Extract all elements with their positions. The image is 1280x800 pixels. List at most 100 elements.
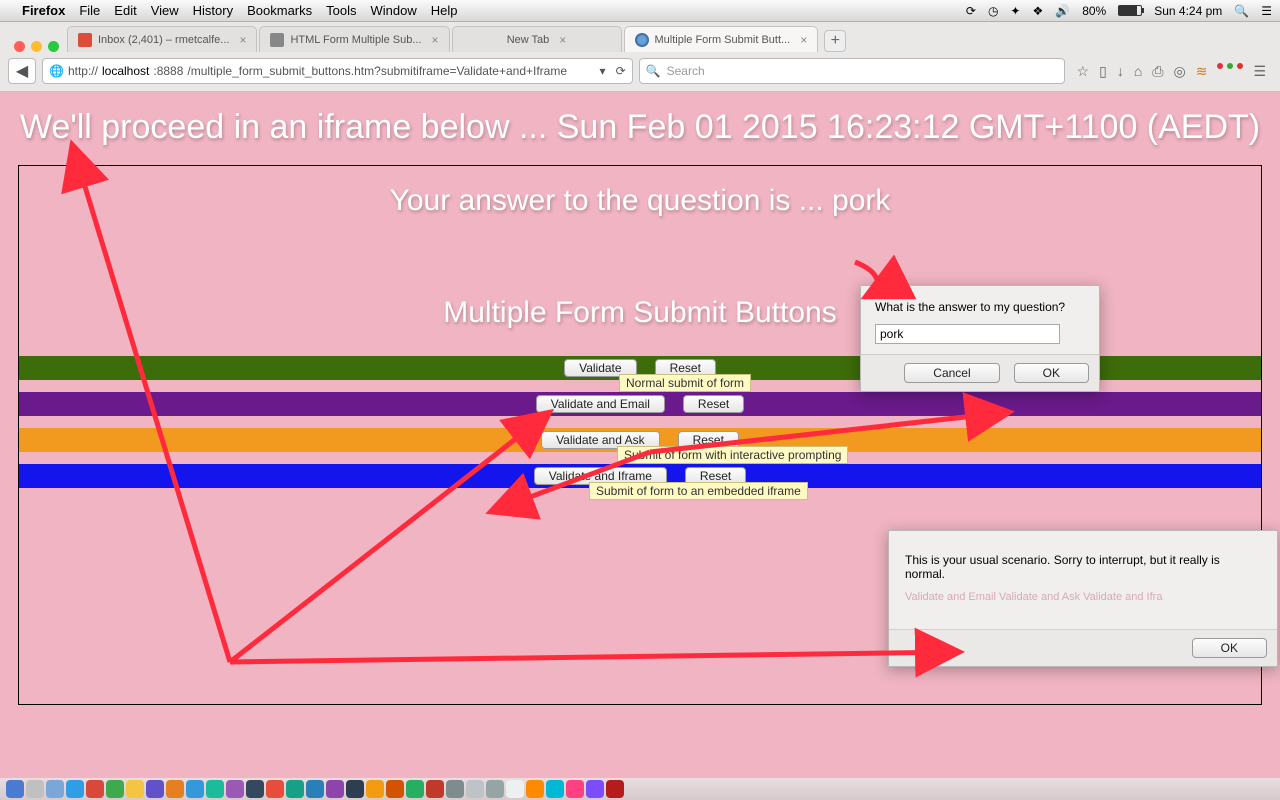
new-tab-button[interactable]: + — [824, 30, 846, 52]
tab-html-form[interactable]: HTML Form Multiple Sub... × — [259, 26, 449, 52]
clipboard-icon[interactable]: ▯ — [1099, 63, 1107, 80]
tab-inbox[interactable]: Inbox (2,401) – rmetcalfe... × — [67, 26, 257, 52]
notification-center-icon[interactable]: ☰ — [1261, 4, 1272, 18]
dock-app-icon[interactable] — [446, 780, 464, 798]
page-headline: We'll proceed in an iframe below ... Sun… — [18, 108, 1262, 147]
dock-app-icon[interactable] — [486, 780, 504, 798]
alert-ok-button[interactable]: OK — [1192, 638, 1267, 658]
tooltip-normal-submit: Normal submit of form — [619, 374, 751, 392]
dock-app-icon[interactable] — [566, 780, 584, 798]
dock-app-icon[interactable] — [546, 780, 564, 798]
prompt-ok-button[interactable]: OK — [1014, 363, 1089, 383]
dock-app-icon[interactable] — [66, 780, 84, 798]
menu-history[interactable]: History — [193, 3, 233, 18]
form-row-ask: Validate and Ask Reset Submit of form wi… — [19, 428, 1261, 452]
dock-app-icon[interactable] — [86, 780, 104, 798]
search-placeholder: Search — [667, 64, 705, 78]
tooltip-iframe: Submit of form to an embedded iframe — [589, 482, 808, 500]
dock-app-icon[interactable] — [246, 780, 264, 798]
close-tab-icon[interactable]: × — [239, 33, 246, 47]
dock-app-icon[interactable] — [306, 780, 324, 798]
bookmark-star-icon[interactable]: ☆ — [1077, 63, 1090, 80]
reload-icon[interactable]: ⟳ — [616, 64, 626, 78]
url-bar[interactable]: 🌐 http://localhost:8888/multiple_form_su… — [42, 58, 633, 84]
minimize-window-icon[interactable] — [31, 41, 42, 52]
dock-app-icon[interactable] — [106, 780, 124, 798]
tooltip-interactive: Submit of form with interactive promptin… — [617, 446, 848, 464]
dock-app-icon[interactable] — [346, 780, 364, 798]
dock-app-icon[interactable] — [46, 780, 64, 798]
dock-app-icon[interactable] — [186, 780, 204, 798]
close-tab-icon[interactable]: × — [431, 33, 438, 47]
hamburger-menu-icon[interactable]: ☰ — [1253, 63, 1266, 80]
menubar-bt-icon[interactable]: ✦ — [1010, 4, 1020, 18]
dock-app-icon[interactable] — [506, 780, 524, 798]
toolbar-icons: ☆ ▯ ↓ ⌂ ⎙ ◎ ≋ ☰ — [1071, 63, 1272, 80]
dock-app-icon[interactable] — [206, 780, 224, 798]
dock-app-icon[interactable] — [366, 780, 384, 798]
dock-app-icon[interactable] — [166, 780, 184, 798]
prompt-cancel-button[interactable]: Cancel — [904, 363, 999, 383]
reset-button[interactable]: Reset — [683, 395, 744, 413]
js-prompt-dialog: What is the answer to my question? Cance… — [860, 285, 1100, 392]
url-host: localhost — [102, 64, 149, 78]
dock-app-icon[interactable] — [286, 780, 304, 798]
menu-window[interactable]: Window — [371, 3, 417, 18]
js-alert-dialog: This is your usual scenario. Sorry to in… — [888, 530, 1278, 667]
menubar-sync-icon[interactable]: ⟳ — [966, 4, 976, 18]
tab-label: Multiple Form Submit Butt... — [655, 34, 791, 46]
dock-app-icon[interactable] — [406, 780, 424, 798]
menu-view[interactable]: View — [151, 3, 179, 18]
dock-app-icon[interactable] — [466, 780, 484, 798]
search-bar[interactable]: 🔍 Search — [639, 58, 1065, 84]
menu-tools[interactable]: Tools — [326, 3, 356, 18]
home-icon[interactable]: ⌂ — [1134, 63, 1142, 80]
menu-bookmarks[interactable]: Bookmarks — [247, 3, 312, 18]
dock-app-icon[interactable] — [126, 780, 144, 798]
mac-menubar: Firefox File Edit View History Bookmarks… — [0, 0, 1280, 22]
tab-multiple-form[interactable]: Multiple Form Submit Butt... × — [624, 26, 819, 52]
feed-icon[interactable]: ≋ — [1196, 63, 1208, 80]
validate-email-button[interactable]: Validate and Email — [536, 395, 665, 413]
page-body: We'll proceed in an iframe below ... Sun… — [0, 92, 1280, 778]
dock-app-icon[interactable] — [426, 780, 444, 798]
menubar-battery-pct: 80% — [1082, 4, 1106, 18]
menu-file[interactable]: File — [79, 3, 100, 18]
dock-app-icon[interactable] — [326, 780, 344, 798]
history-dropdown-icon[interactable]: ▾ — [600, 64, 606, 78]
dock-app-icon[interactable] — [226, 780, 244, 798]
tab-new[interactable]: New Tab × — [452, 26, 622, 52]
menubar-app-name[interactable]: Firefox — [22, 3, 65, 18]
url-path: /multiple_form_submit_buttons.htm?submit… — [187, 64, 567, 78]
print-icon[interactable]: ⎙ — [1152, 63, 1163, 80]
close-window-icon[interactable] — [14, 41, 25, 52]
dock-app-icon[interactable] — [26, 780, 44, 798]
dock-app-icon[interactable] — [146, 780, 164, 798]
page-favicon-icon — [270, 33, 284, 47]
zoom-window-icon[interactable] — [48, 41, 59, 52]
mac-dock[interactable] — [0, 778, 1280, 800]
spotlight-icon[interactable]: 🔍 — [1234, 4, 1249, 18]
downloads-icon[interactable]: ↓ — [1117, 63, 1124, 80]
prompt-input[interactable] — [875, 324, 1060, 344]
dock-app-icon[interactable] — [586, 780, 604, 798]
menubar-clock-icon[interactable]: ◷ — [988, 4, 998, 18]
dock-app-filezilla-icon[interactable] — [606, 780, 624, 798]
form-row-iframe: Validate and Iframe Reset Submit of form… — [19, 464, 1261, 488]
close-tab-icon[interactable]: × — [800, 33, 807, 47]
dock-app-icon[interactable] — [526, 780, 544, 798]
target-icon[interactable]: ◎ — [1173, 63, 1185, 80]
color-dots-icon[interactable] — [1217, 63, 1243, 80]
close-tab-icon[interactable]: × — [559, 33, 566, 47]
answer-heading: Your answer to the question is ... pork — [19, 184, 1261, 218]
menubar-wifi-icon[interactable]: ❖ — [1032, 4, 1043, 18]
dock-app-icon[interactable] — [386, 780, 404, 798]
back-button[interactable]: ◀ — [8, 58, 36, 84]
dock-app-finder-icon[interactable] — [6, 780, 24, 798]
url-scheme: http:// — [68, 64, 98, 78]
menu-edit[interactable]: Edit — [114, 3, 136, 18]
dock-app-icon[interactable] — [266, 780, 284, 798]
menu-help[interactable]: Help — [431, 3, 458, 18]
menubar-vol-icon[interactable]: 🔊 — [1055, 4, 1070, 18]
menubar-clock[interactable]: Sun 4:24 pm — [1154, 4, 1222, 18]
